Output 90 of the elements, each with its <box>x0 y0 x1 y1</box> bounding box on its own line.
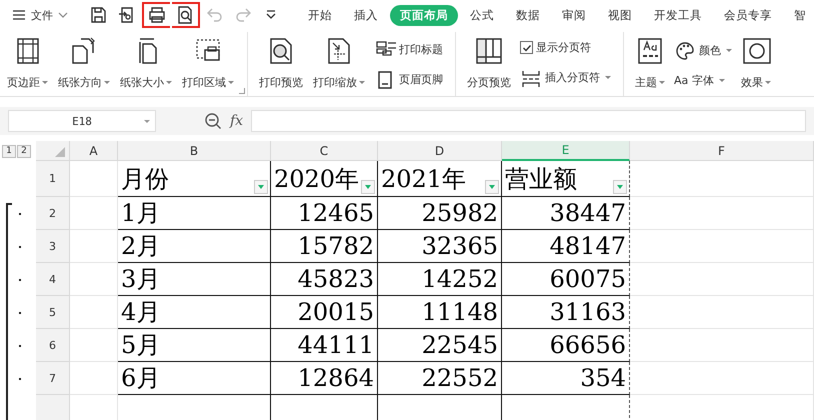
table-cell <box>70 329 118 362</box>
column-header[interactable]: B <box>118 141 271 161</box>
ribbon-button[interactable]: 颜色 <box>674 40 732 60</box>
table-cell: 66656 <box>502 329 630 362</box>
table-cell: 3月 <box>118 263 271 296</box>
table-cell <box>70 197 118 230</box>
caret-icon <box>58 11 68 19</box>
table-cell: 2月 <box>118 230 271 263</box>
ribbon-button[interactable]: 分页预览 <box>464 32 514 96</box>
print-icon[interactable] <box>142 2 170 28</box>
checkbox[interactable] <box>520 41 533 54</box>
ribbon-tab[interactable]: 视图 <box>598 4 642 26</box>
row-header[interactable]: 4 <box>36 263 70 296</box>
dialog-launcher-icon[interactable] <box>239 88 245 94</box>
row-header[interactable]: 5 <box>36 296 70 329</box>
ribbon-button[interactable]: 打印区域 <box>179 32 237 96</box>
table-cell <box>70 296 118 329</box>
filter-button[interactable] <box>254 180 268 194</box>
outline-bracket[interactable] <box>6 203 12 420</box>
ribbon-tab[interactable]: 公式 <box>460 4 504 26</box>
table-cell: 5月 <box>118 329 271 362</box>
row-header[interactable]: 7 <box>36 362 70 395</box>
menu-icon <box>12 9 26 21</box>
ribbon-tab[interactable]: 数据 <box>506 4 550 26</box>
ribbon-button[interactable]: 页边距 <box>4 32 51 96</box>
table-cell: 12465 <box>271 197 378 230</box>
table-cell: 11148 <box>378 296 502 329</box>
table-cell: 22552 <box>378 362 502 395</box>
table-cell: 32365 <box>378 230 502 263</box>
ribbon-button[interactable]: 纸张大小 <box>117 32 175 96</box>
ribbon-button[interactable]: 效果 <box>738 32 774 96</box>
function-button[interactable]: fx <box>230 113 244 129</box>
name-box[interactable]: E18 <box>8 110 156 132</box>
ribbon-tab[interactable]: 审阅 <box>552 4 596 26</box>
row-header[interactable]: 1 <box>36 161 70 197</box>
ribbon-button[interactable]: 页眉页脚 <box>374 69 443 89</box>
ribbon-tab[interactable]: 会员专享 <box>714 4 782 26</box>
print-preview-icon[interactable] <box>172 2 200 28</box>
outline-level-button[interactable]: 1 <box>2 144 16 158</box>
formula-field[interactable] <box>251 110 806 132</box>
table-cell: 38447 <box>502 197 630 230</box>
table-cell: 45823 <box>271 263 378 296</box>
ribbon-button[interactable]: 打印标题 <box>374 39 443 59</box>
table-cell <box>70 362 118 395</box>
column-header[interactable]: A <box>70 141 118 161</box>
header-cell <box>70 161 118 197</box>
row-header[interactable]: 6 <box>36 329 70 362</box>
column-header[interactable]: F <box>630 141 814 161</box>
column-header[interactable]: C <box>271 141 378 161</box>
column-header[interactable]: D <box>378 141 502 161</box>
table-cell: 15782 <box>271 230 378 263</box>
palette-icon <box>674 40 696 60</box>
ribbon-button[interactable]: Aa 字体 <box>674 72 732 88</box>
table-cell: 4月 <box>118 296 271 329</box>
row-header[interactable]: 3 <box>36 230 70 263</box>
table-cell <box>70 263 118 296</box>
ribbon-button[interactable]: 打印缩放 <box>310 32 368 96</box>
table-cell: 44111 <box>271 329 378 362</box>
table-cell: 22545 <box>378 329 502 362</box>
select-all-corner[interactable] <box>36 141 70 161</box>
ribbon-tab[interactable]: 插入 <box>344 4 388 26</box>
ribbon-tab[interactable]: 开始 <box>298 4 342 26</box>
page-break-preview-icon <box>474 36 504 66</box>
ribbon-button[interactable]: 主题 <box>632 32 668 96</box>
table-cell: 1月 <box>118 197 271 230</box>
table-cell: 6月 <box>118 362 271 395</box>
show-page-breaks-checkbox[interactable]: 显示分页符 <box>520 40 611 56</box>
table-cell: 20015 <box>271 296 378 329</box>
file-menu[interactable]: 文件 <box>8 4 72 26</box>
effect-icon <box>741 36 771 66</box>
table-cell: 354 <box>502 362 630 395</box>
filter-button[interactable] <box>485 180 499 194</box>
table-cell: 31163 <box>502 296 630 329</box>
ribbon-button[interactable]: 插入分页符 <box>520 68 611 88</box>
table-cell <box>70 230 118 263</box>
table-cell: 60075 <box>502 263 630 296</box>
zoom-icon[interactable] <box>204 112 222 130</box>
ribbon-tab[interactable]: 开发工具 <box>644 4 712 26</box>
filter-button[interactable] <box>361 180 375 194</box>
caret-icon <box>144 120 150 123</box>
filter-button[interactable] <box>613 180 627 194</box>
table-cell: 12864 <box>271 362 378 395</box>
ribbon-button[interactable]: 打印预览 <box>256 32 306 96</box>
ribbon-button[interactable]: 纸张方向 <box>55 32 113 96</box>
ribbon-tab[interactable]: 智 <box>784 4 814 26</box>
table-cell: 48147 <box>502 230 630 263</box>
table-cell: 14252 <box>378 263 502 296</box>
outline-level-button[interactable]: 2 <box>17 144 31 158</box>
table-cell: 25982 <box>378 197 502 230</box>
row-header[interactable]: 2 <box>36 197 70 230</box>
